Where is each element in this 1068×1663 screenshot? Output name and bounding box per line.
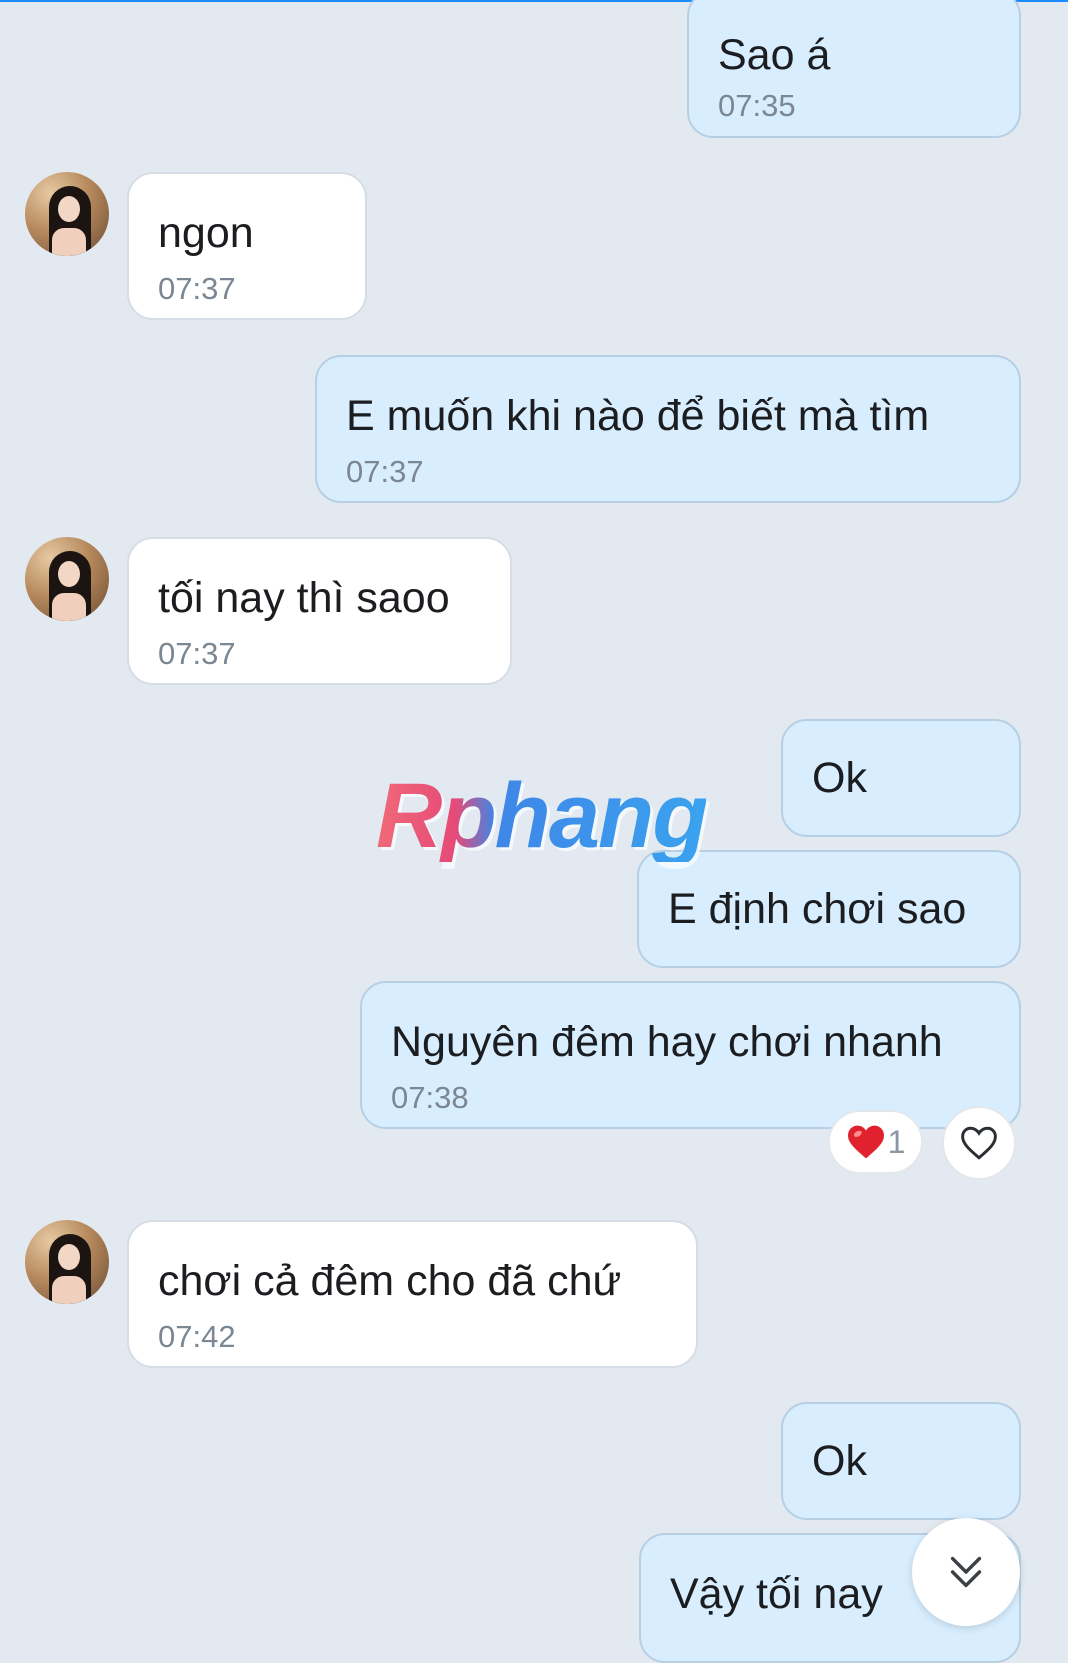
message-time: 07:42 (158, 1319, 236, 1354)
message-text: chơi cả đêm cho đã chứ (158, 1257, 622, 1305)
add-reaction-button[interactable] (942, 1106, 1016, 1180)
message-time: 07:37 (158, 636, 236, 671)
outgoing-message[interactable]: E muốn khi nào để biết mà tìm 07:37 (315, 355, 1021, 503)
incoming-message[interactable]: ngon 07:37 (127, 172, 367, 320)
reaction-count-badge[interactable]: 1 (828, 1110, 923, 1174)
double-chevron-down-icon (950, 1556, 982, 1588)
message-text: Ok (812, 754, 867, 802)
reaction-count: 1 (887, 1123, 906, 1160)
outgoing-message[interactable]: Ok (781, 1402, 1021, 1520)
contact-avatar[interactable] (25, 1220, 109, 1304)
message-time: 07:37 (158, 271, 236, 306)
message-text: Nguyên đêm hay chơi nhanh (391, 1018, 943, 1066)
contact-avatar[interactable] (25, 172, 109, 256)
outgoing-message[interactable]: Nguyên đêm hay chơi nhanh 07:38 (360, 981, 1021, 1129)
message-text: E muốn khi nào để biết mà tìm (346, 392, 930, 440)
message-time: 07:35 (718, 88, 796, 123)
message-text: Vậy tối nay (670, 1570, 883, 1618)
watermark-logo: Rphang (376, 765, 708, 867)
message-time: 07:37 (346, 454, 424, 489)
message-text: E định chơi sao (668, 885, 967, 933)
incoming-message[interactable]: chơi cả đêm cho đã chứ 07:42 (127, 1220, 698, 1368)
incoming-message[interactable]: tối nay thì saoo 07:37 (127, 537, 512, 685)
outgoing-message[interactable]: Sao á 07:35 (687, 0, 1021, 138)
message-time: 07:38 (391, 1080, 469, 1115)
contact-avatar[interactable] (25, 537, 109, 621)
red-heart-icon (847, 1125, 884, 1159)
message-text: Ok (812, 1437, 867, 1485)
outgoing-message[interactable]: Ok (781, 719, 1021, 837)
scroll-to-bottom-button[interactable] (912, 1518, 1020, 1626)
message-text: Sao á (718, 31, 831, 79)
message-text: ngon (158, 209, 254, 257)
heart-outline-icon (961, 1126, 997, 1160)
message-text: tối nay thì saoo (158, 574, 450, 622)
